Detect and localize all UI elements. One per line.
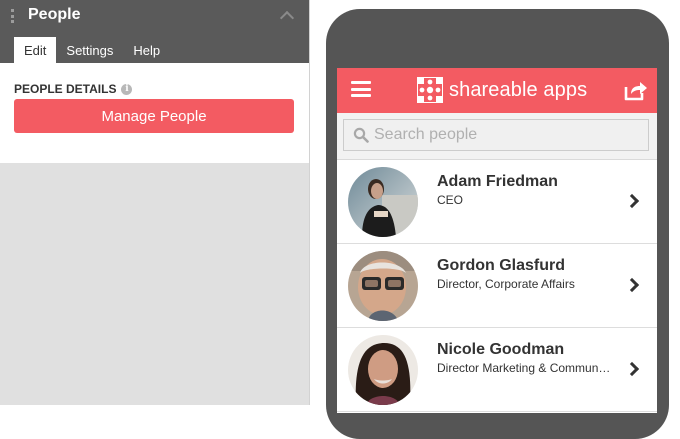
chevron-right-icon xyxy=(624,193,640,209)
search-icon xyxy=(353,127,369,143)
brand: shareable apps xyxy=(417,77,587,103)
shareable-apps-logo-icon xyxy=(417,77,443,103)
avatar xyxy=(348,167,418,237)
search-box[interactable] xyxy=(343,119,649,151)
chevron-right-icon xyxy=(624,277,640,293)
tab-edit[interactable]: Edit xyxy=(14,37,57,63)
panel-body: PEOPLE DETAILS i Manage People xyxy=(0,63,309,163)
share-icon[interactable] xyxy=(624,79,648,101)
person-row[interactable]: Nicole Goodman Director Marketing & Comm… xyxy=(337,328,657,412)
brand-name: shareable apps xyxy=(449,78,588,101)
drag-handle-icon[interactable] xyxy=(11,9,15,23)
panel-tabs: Edit Settings Help xyxy=(14,37,170,63)
section-label: PEOPLE DETAILS xyxy=(14,82,117,96)
search-input[interactable] xyxy=(374,126,634,144)
phone-screen: shareable apps Search people Adam Friedm… xyxy=(337,68,657,413)
person-name: Nicole Goodman xyxy=(437,341,565,358)
panel-title: People xyxy=(28,6,81,23)
person-title: Director, Corporate Affairs xyxy=(437,277,575,291)
person-row[interactable]: Adam Friedman CEO xyxy=(337,160,657,244)
chevron-right-icon xyxy=(624,361,640,377)
avatar xyxy=(348,251,418,321)
tab-help[interactable]: Help xyxy=(123,37,170,63)
avatar xyxy=(348,335,418,405)
person-row[interactable]: Gordon Glasfurd Director, Corporate Affa… xyxy=(337,244,657,328)
manage-people-button[interactable]: Manage People xyxy=(14,99,294,133)
person-name: Gordon Glasfurd xyxy=(437,257,565,274)
search-bar xyxy=(337,113,657,160)
hamburger-menu-icon[interactable] xyxy=(351,81,371,97)
info-icon[interactable]: i xyxy=(121,83,133,95)
person-title: Director Marketing & Communications xyxy=(437,361,613,375)
people-details-section: PEOPLE DETAILS i xyxy=(14,82,133,96)
editor-panel: People Edit Settings Help PEOPLE DETAILS… xyxy=(0,0,310,405)
app-header: shareable apps xyxy=(337,68,657,113)
person-title: CEO xyxy=(437,193,464,207)
chevron-up-icon[interactable] xyxy=(279,10,295,26)
tab-settings[interactable]: Settings xyxy=(56,37,123,63)
person-name: Adam Friedman xyxy=(437,173,558,190)
panel-header: People Edit Settings Help xyxy=(0,0,309,63)
